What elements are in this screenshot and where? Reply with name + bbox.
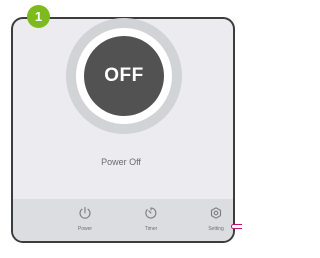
step-number-badge: 1 [27, 5, 50, 28]
power-icon [79, 206, 91, 219]
nav-power-button[interactable]: Power [67, 203, 103, 239]
power-toggle-button[interactable]: OFF [84, 36, 164, 116]
setting-icon [210, 207, 222, 219]
nav-power-label: Power [77, 226, 93, 232]
timer-icon [145, 207, 157, 219]
nav-timer-button[interactable]: Timer [133, 203, 169, 239]
nav-timer-label: Timer [144, 226, 158, 232]
nav-setting-button[interactable]: Setting [198, 203, 234, 239]
nav-setting-label: Setting [208, 226, 224, 232]
power-status-text: Power Off [101, 157, 141, 167]
setting-highlight-marker [231, 224, 242, 229]
device-app-canvas: 1 OFF Power Off Power Timer Setting [0, 0, 242, 258]
